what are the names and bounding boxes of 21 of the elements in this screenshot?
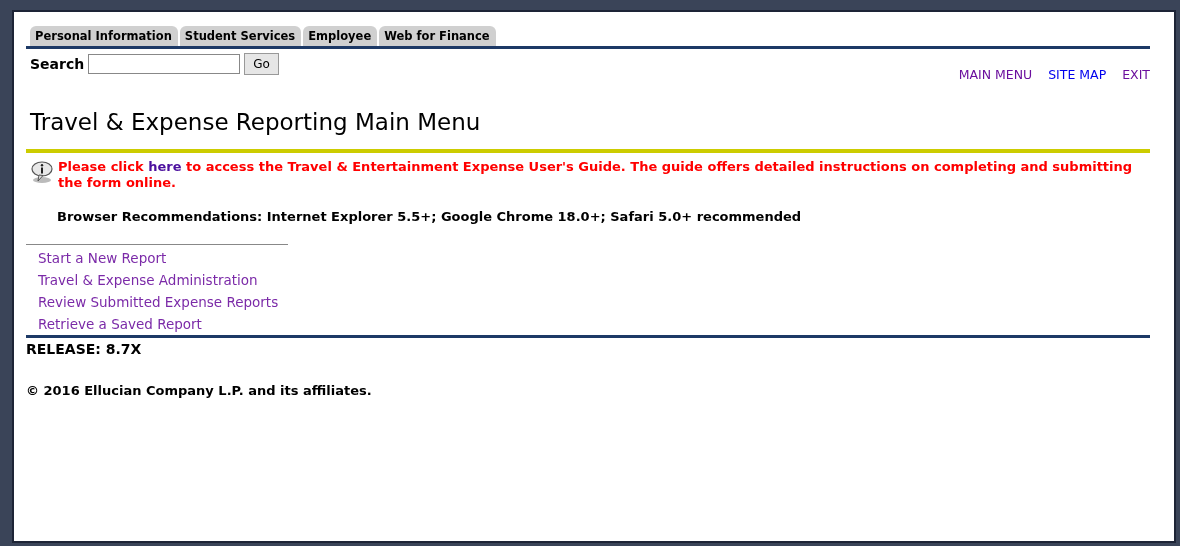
- menu-link[interactable]: Retrieve a Saved Report: [38, 315, 202, 333]
- menu-link[interactable]: Review Submitted Expense Reports: [38, 293, 279, 311]
- go-button[interactable]: Go: [244, 53, 279, 75]
- search-label: Search: [30, 56, 85, 72]
- guide-link[interactable]: here: [148, 159, 182, 174]
- nav-link[interactable]: SITE MAP: [1048, 67, 1107, 82]
- copyright-text: © 2016 Ellucian Company L.P. and its affiliates.: [26, 383, 373, 398]
- tab[interactable]: Personal Information: [30, 26, 178, 46]
- tab[interactable]: Student Services: [179, 26, 302, 46]
- release-version: RELEASE: 8.7X: [26, 341, 143, 357]
- guide-notice: Please click here to access the Travel & Entertainment Expense User's Guide. The guide offers detailed instructions on completing and submitting the form online.: [58, 159, 1134, 191]
- tab[interactable]: Employee: [303, 26, 378, 46]
- tab[interactable]: Web for Finance: [379, 26, 496, 46]
- page-title: Travel & Expense Reporting Main Menu: [30, 109, 482, 135]
- nav-link[interactable]: EXIT: [1122, 67, 1150, 82]
- menu-link[interactable]: Travel & Expense Administration: [38, 271, 258, 289]
- menu-link[interactable]: Start a New Report: [38, 249, 167, 267]
- search-field[interactable]: [88, 54, 241, 74]
- info-speech-bubble-icon: [30, 160, 54, 184]
- browser-recommendations: Browser Recommendations: Internet Explorer 5.5+; Google Chrome 18.0+; Safari 5.0+ recommended: [57, 209, 803, 224]
- nav-link[interactable]: MAIN MENU: [958, 67, 1033, 82]
